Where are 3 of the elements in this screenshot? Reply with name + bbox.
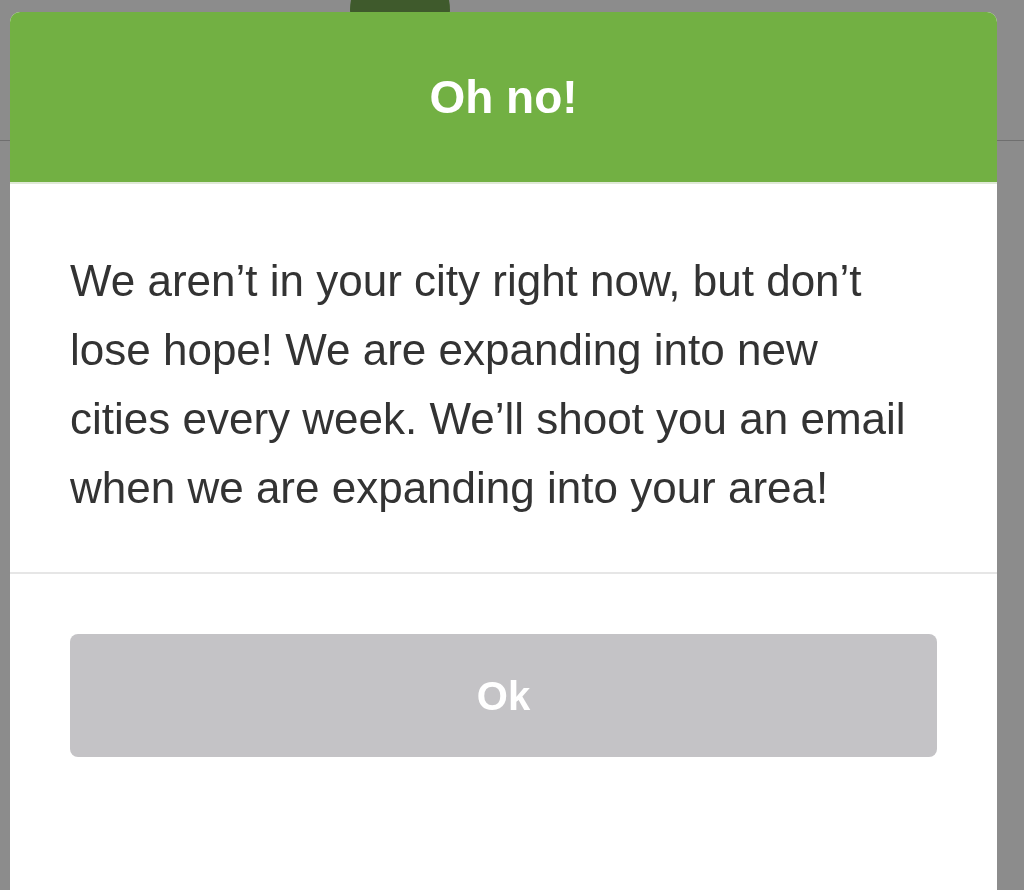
dialog-message: We aren’t in your city right now, but don’t lose hope! We are expanding into new cities every week. We’ll shoot you an email when we are expanding into your area! [70, 255, 907, 514]
dialog-title: Oh no! [429, 69, 578, 125]
ok-button[interactable]: Ok [70, 634, 937, 757]
